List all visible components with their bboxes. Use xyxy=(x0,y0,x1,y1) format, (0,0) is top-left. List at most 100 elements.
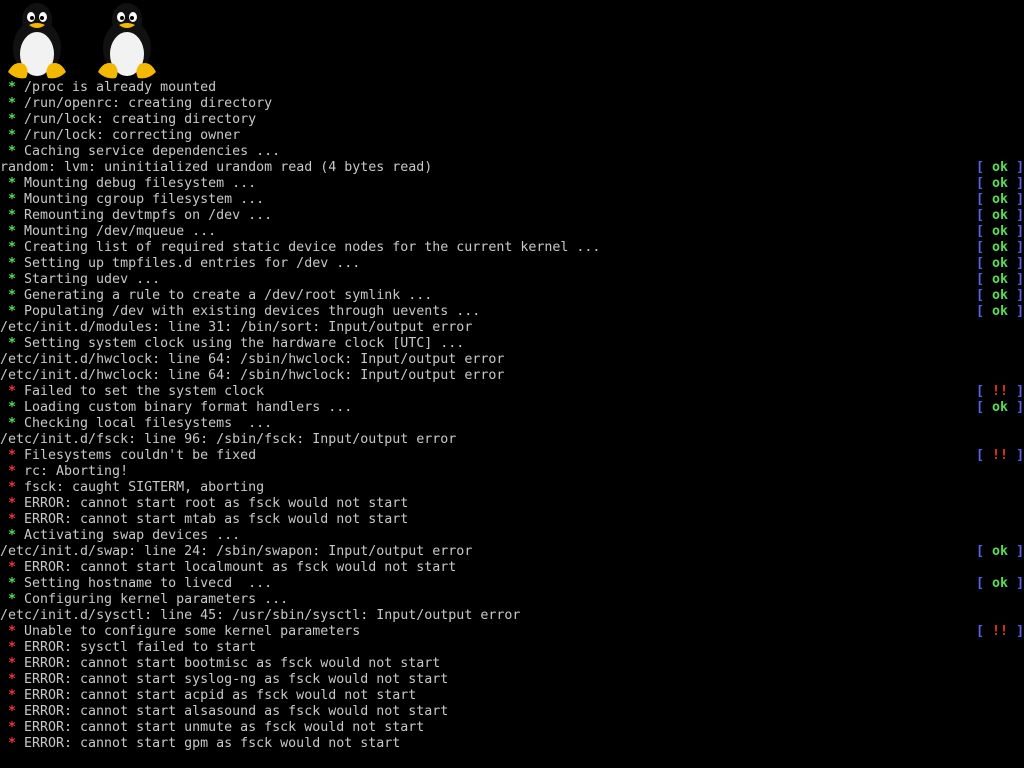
status-open-bracket: [ xyxy=(976,272,985,287)
console-line-text: ERROR: cannot start bootmisc as fsck wou… xyxy=(24,656,441,671)
status-ok: ok xyxy=(992,288,1009,303)
error-bullet-icon: * xyxy=(8,384,17,399)
status-ok: ok xyxy=(992,304,1009,319)
status-open-bracket: [ xyxy=(976,288,985,303)
ok-bullet-icon: * xyxy=(8,192,17,207)
ok-bullet-icon: * xyxy=(8,592,17,607)
console-line-text: /run/lock: creating directory xyxy=(24,112,257,127)
status-error: !! xyxy=(992,384,1009,399)
error-bullet-icon: * xyxy=(8,496,17,511)
console-line-text: Starting udev ... xyxy=(24,272,161,287)
console-line: * Filesystems couldn't be fixed [ !! ] xyxy=(0,448,1024,464)
status-indicator: [ ok ] xyxy=(976,576,1024,592)
console-line: * ERROR: cannot start root as fsck would … xyxy=(0,496,1024,512)
console-line: * /proc is already mounted xyxy=(0,80,1024,96)
status-indicator: [ ok ] xyxy=(976,208,1024,224)
status-ok: ok xyxy=(992,192,1009,207)
error-bullet-icon: * xyxy=(8,480,17,495)
ok-bullet-icon: * xyxy=(8,288,17,303)
console-line-text: fsck: caught SIGTERM, aborting xyxy=(24,480,265,495)
console-line: * ERROR: cannot start localmount as fsck … xyxy=(0,560,1024,576)
console-line: * Setting up tmpfiles.d entries for /dev … xyxy=(0,256,1024,272)
console-line: * Remounting devtmpfs on /dev ... [ ok ] xyxy=(0,208,1024,224)
console-line-text: Mounting debug filesystem ... xyxy=(24,176,257,191)
ok-bullet-icon: * xyxy=(8,96,17,111)
status-indicator: [ ok ] xyxy=(976,272,1024,288)
status-open-bracket: [ xyxy=(976,304,985,319)
console-line: * Starting udev ... [ ok ] xyxy=(0,272,1024,288)
console-line: * Populating /dev with existing devices t… xyxy=(0,304,1024,320)
console-line: /etc/init.d/fsck: line 96: /sbin/fsck: I… xyxy=(0,432,1024,448)
console-line: * Unable to configure some kernel paramet… xyxy=(0,624,1024,640)
status-close-bracket: ] xyxy=(1016,272,1024,287)
console-line: * Setting system clock using the hardware… xyxy=(0,336,1024,352)
console-line-text: Configuring kernel parameters ... xyxy=(24,592,289,607)
console-line-text: Generating a rule to create a /dev/root … xyxy=(24,288,433,303)
ok-bullet-icon: * xyxy=(8,144,17,159)
console-line-text: ERROR: cannot start syslog-ng as fsck wo… xyxy=(24,672,449,687)
status-close-bracket: ] xyxy=(1016,384,1024,399)
console-line-text: ERROR: cannot start mtab as fsck would n… xyxy=(24,512,409,527)
console-line-text: Mounting /dev/mqueue ... xyxy=(24,224,217,239)
console-line-text: ERROR: cannot start gpm as fsck would no… xyxy=(24,736,401,751)
ok-bullet-icon: * xyxy=(8,240,17,255)
ok-bullet-icon: * xyxy=(8,208,17,223)
console-line-text: Mounting cgroup filesystem ... xyxy=(24,192,265,207)
status-close-bracket: ] xyxy=(1016,448,1024,463)
status-open-bracket: [ xyxy=(976,384,985,399)
tux-penguin-icon xyxy=(8,3,66,79)
error-bullet-icon: * xyxy=(8,672,17,687)
status-close-bracket: ] xyxy=(1016,544,1024,559)
console-line-text: Loading custom binary format handlers ..… xyxy=(24,400,353,415)
console-line-text: random: lvm: uninitialized urandom read … xyxy=(0,160,433,175)
tux-logos xyxy=(4,0,160,80)
status-ok: ok xyxy=(992,240,1009,255)
console-line: * ERROR: cannot start syslog-ng as fsck w… xyxy=(0,672,1024,688)
status-open-bracket: [ xyxy=(976,224,985,239)
error-bullet-icon: * xyxy=(8,704,17,719)
console-line-text: ERROR: cannot start root as fsck would n… xyxy=(24,496,409,511)
console-line-text: ERROR: cannot start acpid as fsck would … xyxy=(24,688,417,703)
console-line-text: Unable to configure some kernel paramete… xyxy=(24,624,361,639)
status-open-bracket: [ xyxy=(976,544,985,559)
status-indicator: [ ok ] xyxy=(976,224,1024,240)
console-line-text: Populating /dev with existing devices th… xyxy=(24,304,481,319)
error-bullet-icon: * xyxy=(8,624,17,639)
ok-bullet-icon: * xyxy=(8,576,17,591)
status-ok: ok xyxy=(992,272,1009,287)
error-bullet-icon: * xyxy=(8,448,17,463)
console-line-text: Checking local filesystems ... xyxy=(24,416,273,431)
console-line: * Failed to set the system clock [ !! ] xyxy=(0,384,1024,400)
ok-bullet-icon: * xyxy=(8,304,17,319)
console-line-text: ERROR: sysctl failed to start xyxy=(24,640,257,655)
console-line-text: Setting hostname to livecd ... xyxy=(24,576,273,591)
console-line: * Setting hostname to livecd ... [ ok ] xyxy=(0,576,1024,592)
console-line: * Checking local filesystems ... xyxy=(0,416,1024,432)
console-line: * rc: Aborting! xyxy=(0,464,1024,480)
status-indicator: [ ok ] xyxy=(976,400,1024,416)
console-line: * ERROR: cannot start unmute as fsck woul… xyxy=(0,720,1024,736)
console-line-text: Remounting devtmpfs on /dev ... xyxy=(24,208,273,223)
console-line-text: /etc/init.d/modules: line 31: /bin/sort:… xyxy=(0,320,473,335)
status-close-bracket: ] xyxy=(1016,400,1024,415)
ok-bullet-icon: * xyxy=(8,336,17,351)
ok-bullet-icon: * xyxy=(8,176,17,191)
console-line-text: /etc/init.d/hwclock: line 64: /sbin/hwcl… xyxy=(0,368,505,383)
status-ok: ok xyxy=(992,256,1009,271)
ok-bullet-icon: * xyxy=(8,400,17,415)
console-line: * fsck: caught SIGTERM, aborting xyxy=(0,480,1024,496)
console-line: * ERROR: sysctl failed to start xyxy=(0,640,1024,656)
status-indicator: [ ok ] xyxy=(976,256,1024,272)
ok-bullet-icon: * xyxy=(8,112,17,127)
status-close-bracket: ] xyxy=(1016,176,1024,191)
status-close-bracket: ] xyxy=(1016,192,1024,207)
status-indicator: [ !! ] xyxy=(976,448,1024,464)
console-line-text: /etc/init.d/sysctl: line 45: /usr/sbin/s… xyxy=(0,608,521,623)
status-open-bracket: [ xyxy=(976,624,985,639)
console-line: * /run/lock: creating directory xyxy=(0,112,1024,128)
console-line: * Caching service dependencies ... xyxy=(0,144,1024,160)
console-line: random: lvm: uninitialized urandom read … xyxy=(0,160,1024,176)
ok-bullet-icon: * xyxy=(8,272,17,287)
status-close-bracket: ] xyxy=(1016,208,1024,223)
console-line: * Configuring kernel parameters ... xyxy=(0,592,1024,608)
